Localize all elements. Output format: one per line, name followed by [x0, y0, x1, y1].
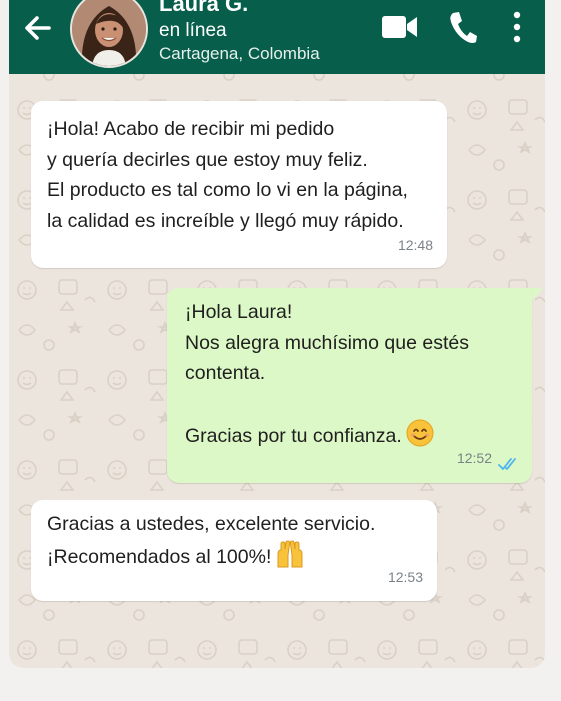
message-line-text: Gracias por tu confianza. — [185, 425, 402, 447]
raised-hands-emoji — [277, 539, 303, 567]
outgoing-message[interactable]: ¡Hola Laura! Nos alegra muchísimo que es… — [167, 288, 532, 483]
incoming-message[interactable]: ¡Hola! Acabo de recibir mi pedido y quer… — [31, 101, 447, 268]
message-line: Gracias a ustedes, excelente servicio. — [47, 513, 376, 535]
avatar[interactable] — [70, 0, 148, 68]
avatar-portrait — [72, 0, 146, 66]
message-line: ¡Hola! Acabo de recibir mi pedido — [47, 118, 335, 140]
message-time: 12:52 — [456, 449, 492, 466]
contact-status: en línea — [159, 20, 227, 41]
incoming-message[interactable]: Gracias a ustedes, excelente servicio. ¡… — [31, 500, 437, 601]
message-line: Gracias por tu confianza. — [185, 419, 469, 452]
back-arrow-icon[interactable] — [21, 11, 55, 45]
message-time: 12:53 — [387, 568, 423, 585]
message-line — [185, 389, 469, 420]
phone-icon[interactable] — [447, 10, 477, 44]
more-vertical-icon[interactable] — [509, 10, 525, 44]
message-text: ¡Hola! Acabo de recibir mi pedido y quer… — [47, 114, 408, 236]
message-line: la calidad es increíble y llegó muy rápi… — [47, 209, 404, 232]
message-line: El producto es tal como lo vi en la pági… — [47, 179, 408, 201]
read-receipt-icon — [498, 458, 516, 470]
message-line: Nos alegra muchísimo que estés — [185, 331, 469, 354]
message-line: y quería decirles que estoy muy feliz. — [47, 148, 368, 171]
chat-header: Laura G. en línea Cartagena, Colombia — [9, 0, 545, 74]
chat-window: Laura G. en línea Cartagena, Colombia ¡H… — [9, 0, 545, 668]
message-text: ¡Hola Laura! Nos alegra muchísimo que es… — [185, 297, 469, 452]
message-line: contenta. — [185, 362, 266, 384]
message-line: ¡Hola Laura! — [185, 301, 293, 323]
message-line-text: ¡Recomendados al 100%! — [47, 545, 272, 568]
message-time: 12:48 — [397, 236, 433, 253]
smiling-face-emoji — [406, 419, 434, 447]
message-text: Gracias a ustedes, excelente servicio. ¡… — [47, 509, 375, 572]
contact-name[interactable]: Laura G. — [159, 0, 248, 17]
message-line: ¡Recomendados al 100%! — [47, 539, 375, 573]
video-call-icon[interactable] — [381, 12, 419, 42]
contact-location: Cartagena, Colombia — [159, 44, 320, 63]
